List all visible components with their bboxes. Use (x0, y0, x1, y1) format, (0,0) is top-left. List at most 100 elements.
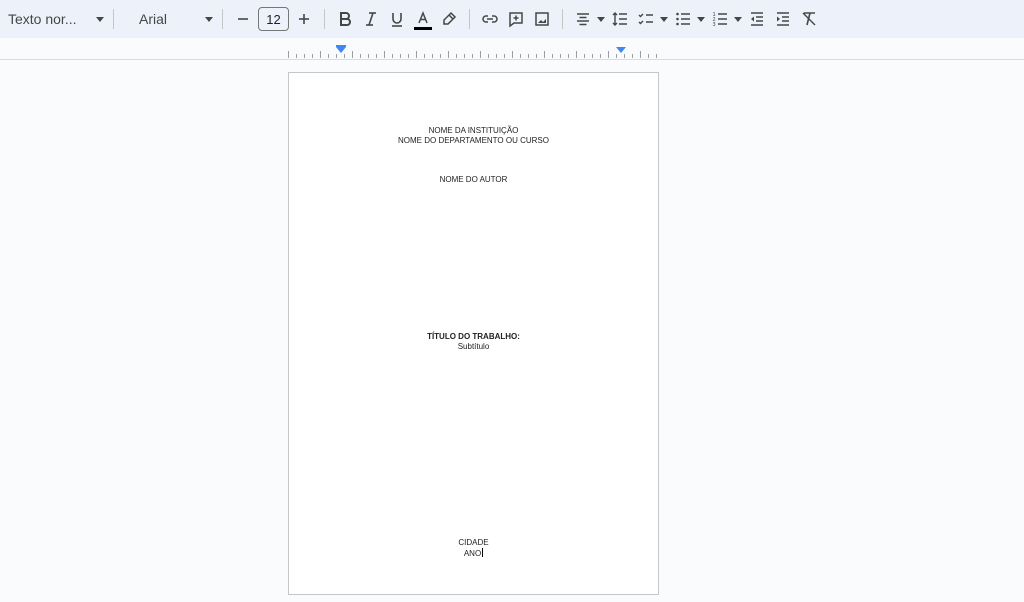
underline-button[interactable] (384, 5, 410, 33)
chevron-down-icon[interactable] (660, 16, 668, 22)
ruler-tick (328, 54, 329, 58)
ruler-tick (608, 51, 609, 58)
right-indent-marker[interactable] (616, 47, 626, 53)
ruler-tick (312, 54, 313, 58)
numbered-list-button[interactable]: 123 (707, 5, 733, 33)
text-color-button[interactable] (410, 5, 436, 33)
chevron-down-icon (96, 16, 104, 22)
line-spacing-button[interactable] (607, 5, 633, 33)
increase-indent-button[interactable] (770, 5, 796, 33)
ruler-tick (304, 54, 305, 58)
ruler-tick (504, 54, 505, 58)
institution-line: NOME DA INSTITUIÇÃO (428, 126, 519, 135)
year-line: ANO (289, 548, 658, 559)
ruler-tick (336, 54, 337, 58)
align-button[interactable] (570, 5, 596, 33)
ruler-tick (648, 54, 649, 58)
decrease-indent-button[interactable] (744, 5, 770, 33)
font-family-dropdown[interactable]: Arial (137, 5, 215, 33)
ruler-tick (384, 51, 385, 58)
ruler-tick (456, 54, 457, 58)
highlighter-icon (443, 11, 457, 25)
ruler-tick (296, 54, 297, 58)
insert-image-icon (535, 12, 549, 26)
ruler-tick (392, 54, 393, 58)
line-spacing-icon (612, 12, 627, 26)
decrease-font-size-button[interactable] (230, 5, 256, 33)
toolbar-divider (469, 9, 470, 29)
paragraph-style-label: Texto nor... (8, 11, 77, 27)
highlight-color-button[interactable] (436, 5, 462, 33)
bold-button[interactable] (332, 5, 358, 33)
author-line: NOME DO AUTOR (439, 175, 508, 184)
font-size-input[interactable]: 12 (258, 7, 289, 31)
add-comment-icon (509, 12, 523, 28)
clear-formatting-icon (802, 12, 816, 26)
ruler-tick (320, 51, 321, 58)
ruler-tick (288, 51, 289, 58)
ruler-tick (408, 54, 409, 58)
ruler-tick (536, 54, 537, 58)
chevron-down-icon (205, 16, 213, 22)
text-color-swatch (414, 27, 432, 30)
text-color-icon (418, 10, 428, 24)
ruler-tick (360, 54, 361, 58)
ruler-tick (376, 54, 377, 58)
link-icon (482, 15, 498, 23)
ruler-tick (560, 54, 561, 58)
ruler-tick (592, 54, 593, 58)
year-text: ANO (463, 549, 482, 558)
plus-icon (299, 14, 309, 24)
ruler-tick (576, 51, 577, 58)
ruler-tick (496, 54, 497, 58)
clear-formatting-button[interactable] (796, 5, 822, 33)
minus-icon (238, 18, 248, 20)
numbered-list-icon: 123 (713, 12, 727, 28)
ruler-tick (520, 54, 521, 58)
ruler-tick (416, 51, 417, 58)
document-page[interactable]: NOME DA INSTITUIÇÃO NOME DO DEPARTAMENTO… (288, 72, 659, 595)
bulleted-list-button[interactable] (670, 5, 696, 33)
work-title-line: TÍTULO DO TRABALHO: (427, 332, 520, 341)
ruler-tick (432, 54, 433, 58)
ruler-tick (656, 54, 657, 58)
ruler-tick (544, 51, 545, 58)
subtitle-line: Subtítulo (457, 342, 490, 351)
add-comment-button[interactable] (503, 5, 529, 33)
ruler-tick (352, 51, 353, 58)
ruler-tick (424, 54, 425, 58)
text-cursor (482, 548, 484, 557)
chevron-down-icon[interactable] (734, 16, 742, 22)
department-line: NOME DO DEPARTAMENTO OU CURSO (398, 136, 549, 145)
align-center-icon (577, 13, 589, 26)
italic-icon (366, 12, 376, 26)
ruler-tick (512, 51, 513, 58)
paragraph-style-dropdown[interactable]: Texto nor... (6, 5, 106, 33)
ruler-tick (584, 54, 585, 58)
svg-text:3: 3 (713, 22, 716, 28)
ruler-tick (344, 54, 345, 58)
ruler-tick (528, 54, 529, 58)
underline-icon (392, 13, 402, 27)
ruler-tick (624, 54, 625, 58)
ruler-tick (616, 54, 617, 58)
decrease-indent-icon (751, 12, 763, 26)
ruler-tick (464, 54, 465, 58)
ruler-tick (472, 54, 473, 58)
insert-image-button[interactable] (529, 5, 555, 33)
increase-font-size-button[interactable] (291, 5, 317, 33)
italic-button[interactable] (358, 5, 384, 33)
insert-link-button[interactable] (477, 5, 503, 33)
toolbar-divider (324, 9, 325, 29)
chevron-down-icon[interactable] (597, 16, 605, 22)
checklist-icon (638, 13, 653, 25)
ruler-tick (568, 54, 569, 58)
ruler-tick (552, 54, 553, 58)
bold-icon (340, 12, 351, 26)
chevron-down-icon[interactable] (697, 16, 705, 22)
ruler-tick (480, 51, 481, 58)
left-indent-marker[interactable] (336, 47, 346, 53)
bulleted-list-icon (676, 12, 690, 26)
checklist-button[interactable] (633, 5, 659, 33)
ruler-tick (448, 51, 449, 58)
